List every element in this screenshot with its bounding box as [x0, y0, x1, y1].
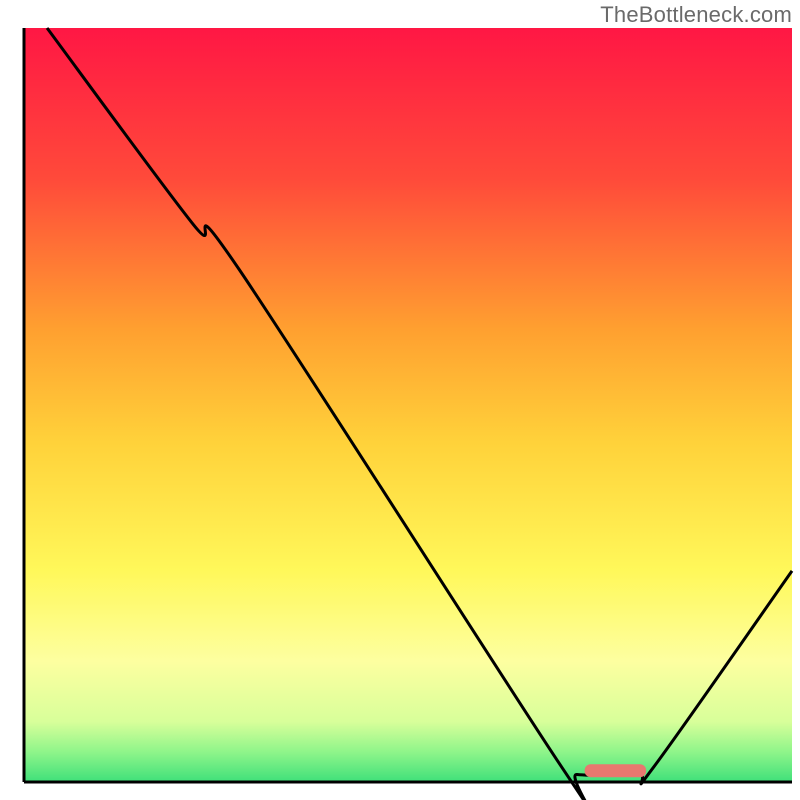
chart-container: TheBottleneck.com [0, 0, 800, 800]
bottleneck-chart [0, 0, 800, 800]
plot-background [24, 28, 792, 782]
optimal-marker [585, 764, 646, 777]
